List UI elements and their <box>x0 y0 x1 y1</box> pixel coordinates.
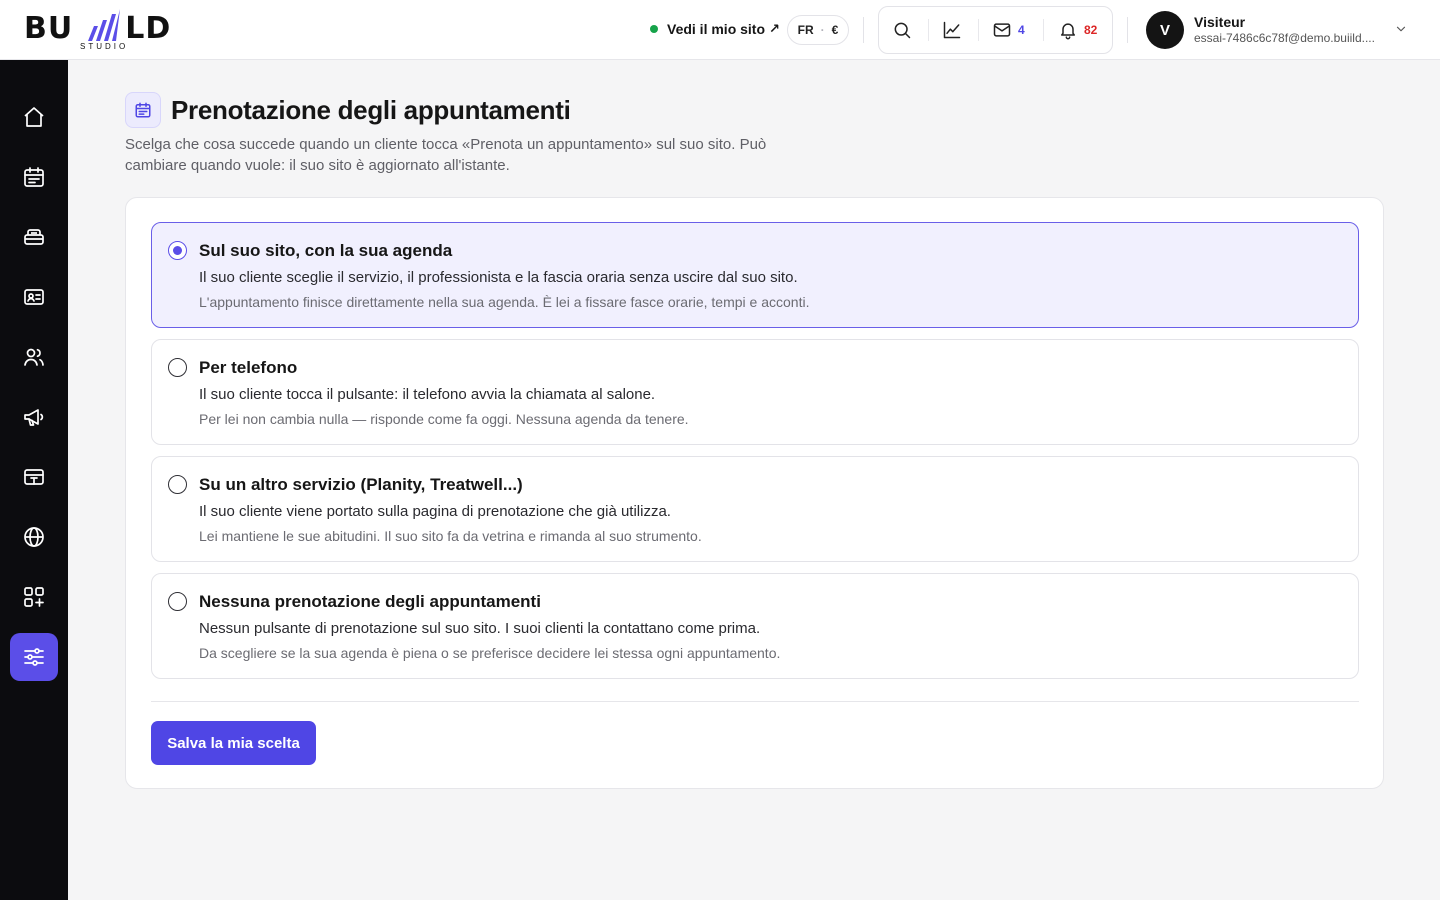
mail-count-badge: 4 <box>1018 23 1025 37</box>
user-name: Visiteur <box>1194 14 1246 30</box>
globe-icon <box>24 527 44 547</box>
card-divider <box>151 701 1359 702</box>
locale-selector[interactable]: FR · € <box>787 15 849 45</box>
header-divider <box>1127 17 1128 43</box>
tool-divider <box>1043 19 1044 41</box>
stats-button[interactable] <box>942 7 962 53</box>
megaphone-icon <box>24 409 44 426</box>
sidebar-item-marketing[interactable] <box>10 393 58 441</box>
home-icon <box>24 107 44 127</box>
notifications-button[interactable]: 82 <box>1058 7 1097 53</box>
option-detail: Per lei non cambia nulla — risponde come… <box>199 411 689 427</box>
apps-add-icon <box>24 587 44 607</box>
tool-divider <box>978 19 979 41</box>
notification-count-badge: 82 <box>1084 23 1098 37</box>
external-arrow-icon: ↗ <box>769 21 780 36</box>
view-site-label: Vedi il mio sito <box>667 21 766 37</box>
page-title-icon <box>125 92 161 128</box>
sidebar-item-website[interactable] <box>10 513 58 561</box>
tool-divider <box>928 19 929 41</box>
option-by-phone[interactable]: Per telefono Il suo cliente tocca il pul… <box>151 339 1359 445</box>
option-radio[interactable] <box>168 475 187 494</box>
user-email: essai-7486c6c78f@demo.buiild.... <box>1194 31 1375 45</box>
avatar: V <box>1146 11 1184 49</box>
option-description: Il suo cliente viene portato sulla pagin… <box>199 503 671 520</box>
sidebar-item-clients[interactable] <box>10 333 58 381</box>
calendar-icon <box>135 102 151 118</box>
option-title: Sul suo sito, con la sua agenda <box>199 241 453 260</box>
save-choice-button[interactable]: Salva la mia scelta <box>151 721 316 765</box>
option-detail: Lei mantiene le sue abitudini. Il suo si… <box>199 528 702 544</box>
calendar-icon <box>24 167 44 187</box>
option-on-site-agenda[interactable]: Sul suo sito, con la sua agenda Il suo c… <box>151 222 1359 328</box>
messages-button[interactable]: 4 <box>992 7 1025 53</box>
option-description: Nessun pulsante di prenotazione sul suo … <box>199 620 761 637</box>
radio-selected-dot <box>172 245 182 255</box>
locale-separator: · <box>820 23 825 37</box>
online-status-dot <box>650 25 658 33</box>
header-divider <box>863 17 864 43</box>
sidebar-item-home[interactable] <box>10 93 58 141</box>
contact-card-icon <box>24 289 44 305</box>
logo-subtitle: STUDIO <box>80 42 129 51</box>
search-button[interactable] <box>892 7 912 53</box>
user-menu[interactable]: V Visiteur essai-7486c6c78f@demo.buiild.… <box>1146 10 1416 50</box>
option-detail: Da scegliere se la sua agenda è piena o … <box>199 645 781 661</box>
option-description: Il suo cliente sceglie il servizio, il p… <box>199 269 798 286</box>
sidebar-item-apps[interactable] <box>10 573 58 621</box>
option-title: Per telefono <box>199 358 298 377</box>
option-other-service[interactable]: Su un altro servizio (Planity, Treatwell… <box>151 456 1359 562</box>
search-icon <box>894 22 911 39</box>
sidebar-item-calendar[interactable] <box>10 153 58 201</box>
currency-symbol: € <box>831 23 839 37</box>
option-title: Su un altro servizio (Planity, Treatwell… <box>199 475 523 494</box>
option-no-booking[interactable]: Nessuna prenotazione degli appuntamenti … <box>151 573 1359 679</box>
sidebar-item-settings[interactable] <box>10 633 58 681</box>
sidebar-item-contacts[interactable] <box>10 273 58 321</box>
booking-options-card: Sul suo sito, con la sua agenda Il suo c… <box>125 197 1384 789</box>
page-title: Prenotazione degli appuntamenti <box>171 95 571 125</box>
users-icon <box>24 348 44 366</box>
payment-icon <box>24 469 44 485</box>
bell-icon <box>1061 23 1075 40</box>
services-icon <box>24 229 44 245</box>
sidebar-item-services[interactable] <box>10 213 58 261</box>
option-radio[interactable] <box>168 358 187 377</box>
option-radio[interactable] <box>168 592 187 611</box>
option-radio[interactable] <box>168 241 187 260</box>
header-tools: 4 82 <box>878 6 1113 54</box>
sidebar <box>0 60 68 900</box>
option-title: Nessuna prenotazione degli appuntamenti <box>199 592 541 611</box>
brand-logo[interactable]: BU LD STUDIO <box>24 8 184 52</box>
option-description: Il suo cliente tocca il pulsante: il tel… <box>199 386 656 403</box>
chart-line-icon <box>943 21 961 39</box>
language-code: FR <box>797 23 814 37</box>
sidebar-item-payments[interactable] <box>10 453 58 501</box>
page-description: Scelga che cosa succede quando un client… <box>125 136 767 174</box>
chevron-down-icon <box>1396 26 1406 32</box>
logo-bars-icon <box>88 9 120 41</box>
settings-sliders-icon <box>24 648 44 666</box>
view-site-link[interactable]: Vedi il mio sito ↗ <box>650 19 780 39</box>
option-detail: L'appuntamento finisce direttamente nell… <box>199 294 810 310</box>
top-bar: BULD STUDIO Vedi il mio sito ↗ FR · € 4 <box>0 0 1440 60</box>
mail-icon <box>993 23 1011 37</box>
